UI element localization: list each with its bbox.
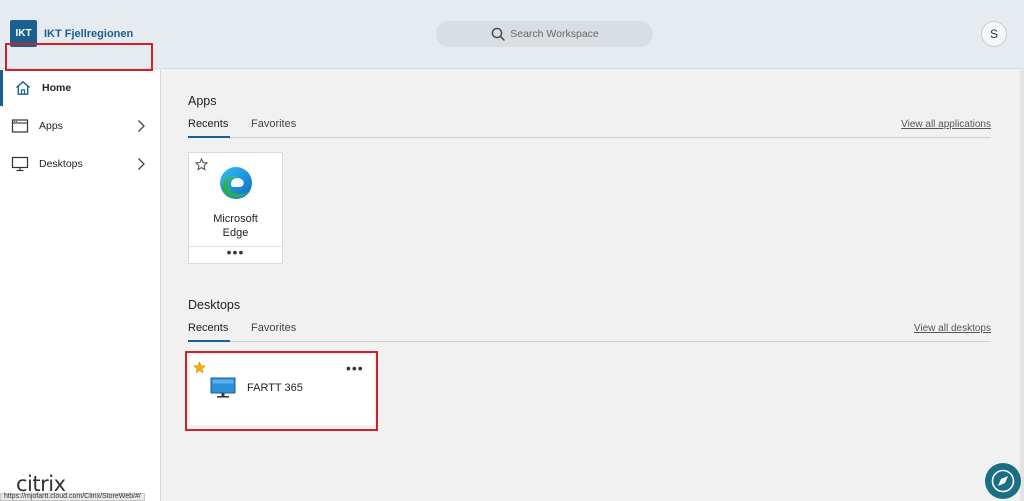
scrollbar[interactable]: [1020, 70, 1024, 501]
search-icon: [491, 27, 505, 41]
view-all-desktops-link[interactable]: View all desktops: [914, 323, 991, 334]
chevron-right-icon: [138, 120, 145, 132]
monitor-icon: [11, 156, 29, 172]
app-window-icon: [11, 119, 29, 133]
sidebar-item-label: Desktops: [39, 158, 83, 170]
tab-apps-favorites[interactable]: Favorites: [251, 118, 296, 130]
tab-apps-recents[interactable]: Recents: [188, 118, 228, 130]
desktops-section-title: Desktops: [188, 298, 241, 312]
app-card-microsoft-edge[interactable]: Microsoft Edge •••: [188, 152, 283, 264]
compass-navigate-icon: [991, 469, 1015, 493]
top-header: IKT IKT Fjellregionen Search Workspace S: [0, 0, 1024, 69]
navigation-fab-button[interactable]: [985, 463, 1021, 499]
status-bar-url: https://mjofartt.cloud.com/Citrix/StoreW…: [0, 493, 145, 501]
search-placeholder: Search Workspace: [510, 28, 599, 40]
apps-section-title: Apps: [188, 94, 217, 108]
sidebar-item-home[interactable]: Home: [0, 70, 160, 106]
tab-desktops-favorites[interactable]: Favorites: [251, 322, 296, 334]
active-tab-indicator: [188, 340, 230, 342]
app-name-line2: Edge: [222, 227, 249, 239]
home-icon: [16, 81, 30, 95]
desktops-tabs: Recents Favorites View all desktops: [188, 320, 991, 342]
tab-desktops-recents[interactable]: Recents: [188, 322, 228, 334]
sidebar-item-desktops[interactable]: Desktops: [0, 146, 160, 182]
sidebar-item-label: Home: [42, 82, 72, 94]
apps-tabs: Recents Favorites View all applications: [188, 116, 991, 138]
active-tab-indicator: [188, 136, 230, 138]
user-avatar-button[interactable]: S: [981, 21, 1007, 47]
brand-name: IKT Fjellregionen: [44, 27, 134, 40]
sidebar-item-apps[interactable]: Apps: [0, 108, 160, 144]
highlight-outline: [185, 351, 378, 431]
sidebar: Home Apps Desktops citrix: [0, 70, 161, 501]
sidebar-item-label: Apps: [39, 120, 63, 132]
search-input[interactable]: Search Workspace: [436, 21, 653, 47]
highlight-outline: [5, 43, 153, 71]
chevron-right-icon: [138, 158, 145, 170]
app-name-line1: Microsoft: [213, 213, 258, 225]
app-name: Microsoft Edge: [189, 212, 282, 240]
more-options-button[interactable]: •••: [189, 245, 282, 264]
view-all-applications-link[interactable]: View all applications: [901, 119, 991, 130]
star-outline-icon[interactable]: [195, 158, 208, 171]
microsoft-edge-icon: [220, 167, 252, 199]
